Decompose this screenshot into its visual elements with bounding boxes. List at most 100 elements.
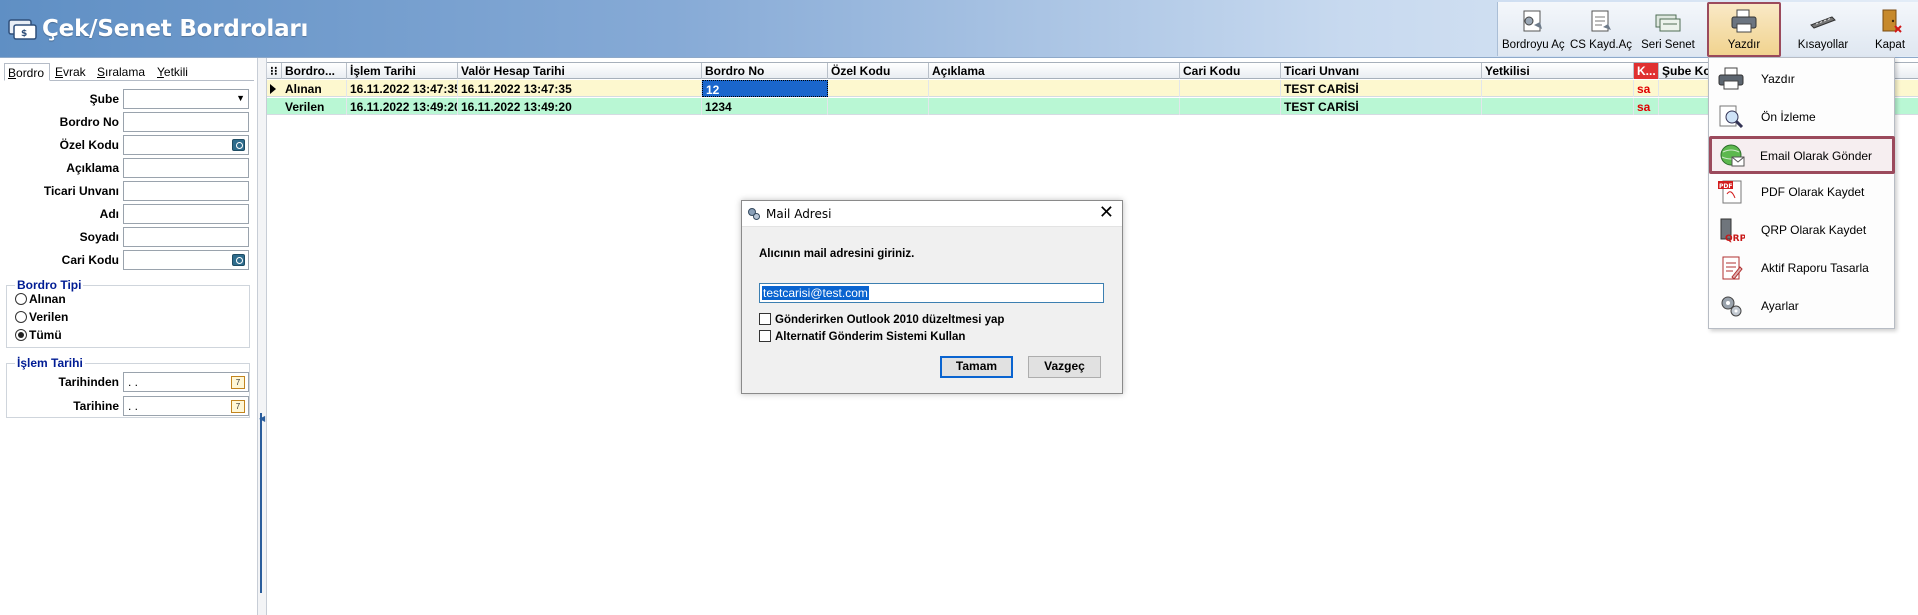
calendar-icon[interactable]: 7 [231, 400, 245, 413]
col-bordro-tipi[interactable]: Bordro... [282, 63, 347, 79]
radio-checked-icon [15, 329, 27, 341]
selected-cell[interactable]: 12 [702, 80, 828, 97]
open-bordro-button[interactable]: Bordroyu Aç [1502, 4, 1565, 56]
radio-tumu[interactable]: Tümü [15, 328, 62, 344]
tab-yetkili[interactable]: Yetkili [154, 63, 202, 81]
ozel-kodu-input[interactable] [123, 135, 249, 155]
print-button[interactable]: Yazdır [1707, 2, 1781, 57]
col-k[interactable]: K... [1634, 63, 1659, 79]
bordro-tipi-group: Bordro Tipi Alınan Verilen Tümü [6, 278, 250, 348]
soyadi-input[interactable] [123, 227, 249, 247]
lookup-icon[interactable] [232, 254, 245, 266]
aciklama-input[interactable] [123, 158, 249, 178]
svg-text:QRP: QRP [1725, 234, 1745, 243]
ticari-unvani-row: Ticari Unvanı [0, 181, 250, 201]
open-cs-record-button[interactable]: CS Kayd.Aç [1570, 4, 1632, 56]
menu-item-print[interactable]: Yazdır [1711, 62, 1892, 96]
ozel-kodu-row: Özel Kodu [0, 135, 250, 155]
dialog-titlebar[interactable]: Mail Adresi ✕ [742, 201, 1122, 227]
tarihine-input[interactable]: . .7 [123, 396, 249, 416]
filter-panel: Bordro Evrak Sıralama Yetkili Şube ▼ Bor… [0, 58, 258, 615]
shortcuts-button[interactable]: Kısayollar [1787, 4, 1859, 56]
grid-corner[interactable]: ⁝⁝ [267, 63, 282, 79]
open-document-icon [1523, 10, 1542, 32]
mail-address-dialog: Mail Adresi ✕ Alıcının mail adresini gir… [741, 200, 1123, 394]
dialog-prompt: Alıcının mail adresini giriniz. [759, 248, 915, 260]
col-ozel-kodu[interactable]: Özel Kodu [828, 63, 929, 79]
col-yetkilisi[interactable]: Yetkilisi [1482, 63, 1634, 79]
table-row[interactable]: Alınan 16.11.2022 13:47:35 16.11.2022 13… [267, 80, 1918, 97]
cari-kodu-row: Cari Kodu [0, 250, 250, 270]
page-title: Çek/Senet Bordroları [42, 16, 309, 42]
menu-item-send-email[interactable]: Email Olarak Gönder [1709, 136, 1895, 174]
printer-icon [1731, 9, 1757, 33]
lookup-icon[interactable] [232, 139, 245, 151]
sube-row: Şube ▼ [0, 89, 250, 109]
tab-bordro[interactable]: Bordro [4, 63, 50, 81]
pdf-icon: PDF [1718, 180, 1742, 204]
splitter-grip[interactable] [260, 413, 264, 593]
menu-item-save-pdf[interactable]: PDF PDF Olarak Kaydet [1711, 175, 1892, 209]
preview-magnifier-icon [1719, 105, 1744, 129]
bordro-no-input[interactable] [123, 112, 249, 132]
col-islem-tarihi[interactable]: İşlem Tarihi [347, 63, 458, 79]
radio-alinan[interactable]: Alınan [15, 292, 66, 308]
radio-circle-icon [15, 311, 27, 323]
open-record-icon [1591, 10, 1611, 32]
soyadi-row: Soyadı [0, 227, 250, 247]
filter-tabs: Bordro Evrak Sıralama Yetkili [4, 63, 254, 81]
toolbar: Bordroyu Aç CS Kayd.Aç Seri Senet Yazdır… [1497, 2, 1918, 57]
tab-siralama[interactable]: Sıralama [94, 63, 152, 81]
adi-input[interactable] [123, 204, 249, 224]
menu-item-preview[interactable]: Ön İzleme [1711, 100, 1892, 134]
tab-evrak[interactable]: Evrak [52, 63, 92, 81]
header-bar: $ Çek/Senet Bordroları Bordroyu Aç CS Ka… [0, 0, 1918, 58]
radio-circle-icon [15, 293, 27, 305]
print-menu: Yazdır Ön İzleme Email Olarak Gönder PDF… [1708, 57, 1895, 329]
grid-header: ⁝⁝ Bordro... İşlem Tarihi Valör Hesap Ta… [267, 62, 1918, 79]
col-valor-tarihi[interactable]: Valör Hesap Tarihi [458, 63, 702, 79]
tarihinden-input[interactable]: . .7 [123, 372, 249, 392]
keyboard-icon [1810, 16, 1836, 29]
qrp-icon: QRP [1720, 218, 1745, 243]
tarihine-row: Tarihine . .7 [0, 396, 250, 416]
close-button[interactable]: Kapat [1865, 4, 1915, 56]
col-aciklama[interactable]: Açıklama [929, 63, 1180, 79]
close-icon[interactable]: ✕ [1099, 203, 1114, 223]
alternative-send-checkbox[interactable]: Alternatif Gönderim Sistemi Kullan [759, 330, 965, 345]
svg-text:$: $ [21, 29, 27, 39]
tarihinden-row: Tarihinden . .7 [0, 372, 250, 392]
serial-note-button[interactable]: Seri Senet [1638, 4, 1698, 56]
calendar-icon[interactable]: 7 [231, 376, 245, 389]
cari-kodu-input[interactable] [123, 250, 249, 270]
app-window: $ Çek/Senet Bordroları Bordroyu Aç CS Ka… [0, 0, 1918, 615]
chevron-down-icon: ▼ [236, 93, 245, 103]
settings-icon [1721, 296, 1742, 317]
printer-icon [1718, 67, 1744, 90]
sube-select[interactable]: ▼ [123, 89, 249, 109]
email-field[interactable]: testcarisi@test.com [759, 283, 1104, 303]
cheque-logo-icon: $ [8, 19, 37, 40]
menu-item-settings[interactable]: Ayarlar [1711, 289, 1892, 323]
checkbox-icon [759, 330, 771, 342]
cancel-button[interactable]: Vazgeç [1028, 356, 1101, 378]
outlook-fix-checkbox[interactable]: Gönderirken Outlook 2010 düzeltmesi yap [759, 313, 1004, 328]
close-door-icon [1882, 9, 1902, 33]
table-row[interactable]: Verilen 16.11.2022 13:49:20 16.11.2022 1… [267, 98, 1918, 115]
bordro-no-row: Bordro No [0, 112, 250, 132]
col-ticari-unvani[interactable]: Ticari Unvanı [1281, 63, 1482, 79]
app-gear-icon [748, 208, 760, 220]
menu-item-save-qrp[interactable]: QRP QRP Olarak Kaydet [1711, 213, 1892, 247]
checkbox-icon [759, 313, 771, 325]
ticari-unvani-input[interactable] [123, 181, 249, 201]
aciklama-row: Açıklama [0, 158, 250, 178]
ok-button[interactable]: Tamam [940, 356, 1013, 378]
panel-splitter[interactable]: ◀ [258, 58, 267, 615]
col-bordro-no[interactable]: Bordro No [702, 63, 828, 79]
menu-item-design-report[interactable]: Aktif Raporu Tasarla [1711, 251, 1892, 285]
col-cari-kodu[interactable]: Cari Kodu [1180, 63, 1281, 79]
report-design-icon [1722, 256, 1743, 280]
serial-note-icon [1655, 14, 1681, 32]
collapse-arrow-icon[interactable]: ◀ [259, 414, 265, 423]
radio-verilen[interactable]: Verilen [15, 310, 68, 326]
